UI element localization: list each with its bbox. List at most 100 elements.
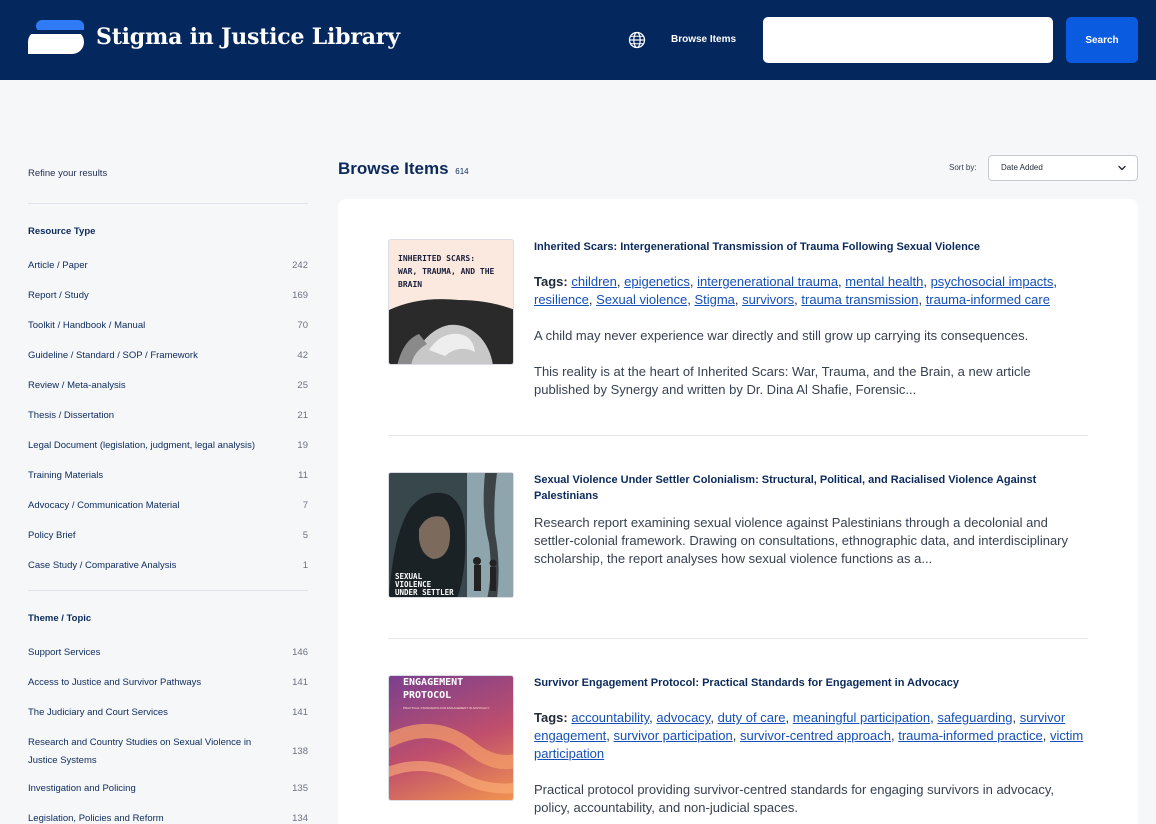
facet-label[interactable]: Training Materials: [28, 467, 278, 485]
facet-item[interactable]: Case Study / Comparative Analysis 1: [28, 557, 308, 587]
library-logo-icon[interactable]: [28, 20, 84, 54]
facet-count: 242: [292, 260, 308, 271]
tag-link[interactable]: mental health: [845, 274, 923, 289]
thumb-title-line: PROTOCOL: [403, 690, 452, 701]
facet-count: 70: [297, 320, 308, 331]
facet-label[interactable]: Case Study / Comparative Analysis: [28, 557, 278, 575]
tag-link[interactable]: psychosocial impacts: [931, 274, 1054, 289]
facet-item[interactable]: Article / Paper 242: [28, 257, 308, 287]
sidebar-divider: [28, 203, 308, 204]
facet-label[interactable]: The Judiciary and Court Services: [28, 704, 278, 722]
facet-count: 21: [297, 410, 308, 421]
thumb-title-line: UNDER SETTLER: [395, 588, 454, 597]
facet-count: 42: [297, 350, 308, 361]
facet-item[interactable]: Training Materials 11: [28, 467, 308, 497]
tag-link[interactable]: survivor participation: [614, 728, 733, 743]
facet-item[interactable]: Legal Document (legislation, judgment, l…: [28, 437, 308, 467]
facet-label[interactable]: Investigation and Policing: [28, 780, 278, 798]
globe-icon[interactable]: [628, 31, 646, 49]
facet-label[interactable]: Support Services: [28, 644, 278, 662]
facet-label[interactable]: Access to Justice and Survivor Pathways: [28, 674, 278, 692]
facet-label[interactable]: Legal Document (legislation, judgment, l…: [28, 437, 278, 455]
facet-label[interactable]: Guideline / Standard / SOP / Framework: [28, 347, 278, 365]
facet-count: 141: [292, 677, 308, 688]
facet-item[interactable]: Research and Country Studies on Sexual V…: [28, 734, 308, 780]
facet-item[interactable]: Report / Study 169: [28, 287, 308, 317]
facet-title-theme-topic: Theme / Topic: [28, 613, 92, 624]
facet-count: 146: [292, 647, 308, 658]
facet-item[interactable]: Support Services 146: [28, 644, 308, 674]
sort-value: Date Added: [1001, 163, 1043, 172]
thumb-subtitle: PRACTICAL STANDARDS FOR ENGAGEMENT IN AD…: [403, 706, 490, 710]
item-title[interactable]: Sexual Violence Under Settler Colonialis…: [534, 472, 1088, 504]
result-divider: [388, 638, 1088, 639]
facet-item[interactable]: Access to Justice and Survivor Pathways 1…: [28, 674, 308, 704]
facet-item[interactable]: Review / Meta-analysis 25: [28, 377, 308, 407]
tag-link[interactable]: trauma-informed practice: [898, 728, 1043, 743]
facet-item[interactable]: The Judiciary and Court Services 141: [28, 704, 308, 734]
tag-link[interactable]: advocacy: [656, 710, 710, 725]
facet-item[interactable]: Policy Brief 5: [28, 527, 308, 557]
facet-count: 7: [302, 500, 308, 511]
item-title[interactable]: Survivor Engagement Protocol: Practical …: [534, 675, 1088, 691]
search-input[interactable]: [763, 17, 1053, 63]
tag-link[interactable]: meaningful participation: [793, 710, 930, 725]
facet-label[interactable]: Legislation, Policies and Reform: [28, 810, 278, 824]
site-header: Stigma in Justice Library Browse Items S…: [0, 0, 1156, 80]
tag-link[interactable]: epigenetics: [624, 274, 690, 289]
sidebar-divider: [28, 590, 308, 591]
facet-item[interactable]: Guideline / Standard / SOP / Framework 42: [28, 347, 308, 377]
site-title[interactable]: Stigma in Justice Library: [96, 24, 400, 50]
facet-count: 1: [302, 560, 308, 571]
facet-label[interactable]: Toolkit / Handbook / Manual: [28, 317, 278, 335]
facet-item[interactable]: Advocacy / Communication Material 7: [28, 497, 308, 527]
item-tags: Tags: accountability, advocacy, duty of …: [534, 710, 1084, 761]
facet-label[interactable]: Policy Brief: [28, 527, 278, 545]
facet-count: 169: [292, 290, 308, 301]
tag-link[interactable]: survivors: [742, 292, 794, 307]
nav-browse-items[interactable]: Browse Items: [671, 34, 736, 45]
facet-label[interactable]: Review / Meta-analysis: [28, 377, 278, 395]
item-description: Research report examining sexual violenc…: [534, 515, 1068, 566]
tag-link[interactable]: survivor-centred approach: [740, 728, 891, 743]
tag-link[interactable]: intergenerational trauma: [697, 274, 838, 289]
item-title[interactable]: Inherited Scars: Intergenerational Trans…: [534, 239, 1088, 255]
tag-link[interactable]: trauma transmission: [801, 292, 918, 307]
facet-label[interactable]: Article / Paper: [28, 257, 278, 275]
page-title-text: Browse Items: [338, 159, 449, 178]
facet-label[interactable]: Report / Study: [28, 287, 278, 305]
item-thumbnail[interactable]: SEXUAL VIOLENCE UNDER SETTLER: [388, 472, 514, 598]
result-count: 614: [455, 167, 469, 176]
item-tags: Tags: children, epigenetics, intergenera…: [534, 274, 1058, 307]
sort-select[interactable]: Date Added: [988, 155, 1138, 181]
facet-label[interactable]: Advocacy / Communication Material: [28, 497, 278, 515]
tag-link[interactable]: duty of care: [718, 710, 786, 725]
facet-item[interactable]: Legislation, Policies and Reform 134: [28, 810, 308, 824]
facet-count: 135: [292, 783, 308, 794]
facet-item[interactable]: Toolkit / Handbook / Manual 70: [28, 317, 308, 347]
item-description: A child may never experience war directl…: [534, 328, 1029, 343]
tag-link[interactable]: Stigma: [694, 292, 734, 307]
tag-link[interactable]: safeguarding: [937, 710, 1012, 725]
item-thumbnail[interactable]: INHERITED SCARS: WAR, TRAUMA, AND THE BR…: [388, 239, 514, 365]
tag-link[interactable]: resilience: [534, 292, 589, 307]
results-panel: INHERITED SCARS: WAR, TRAUMA, AND THE BR…: [338, 199, 1138, 824]
item-thumbnail[interactable]: ENGAGEMENT PROTOCOL PRACTICAL STANDARDS …: [388, 675, 514, 801]
tag-link[interactable]: children: [571, 274, 617, 289]
hands-photo-image: [389, 299, 513, 364]
facet-label[interactable]: Research and Country Studies on Sexual V…: [28, 734, 278, 770]
facet-count: 141: [292, 707, 308, 718]
sort-label: Sort by:: [949, 163, 977, 172]
facet-item[interactable]: Thesis / Dissertation 21: [28, 407, 308, 437]
item-description: This reality is at the heart of Inherite…: [534, 364, 1031, 397]
facet-count: 19: [297, 440, 308, 451]
facet-item[interactable]: Investigation and Policing 135: [28, 780, 308, 810]
tag-link[interactable]: trauma-informed care: [926, 292, 1050, 307]
facet-list-theme-topic: Support Services 146 Access to Justice an…: [28, 644, 308, 824]
tag-link[interactable]: accountability: [571, 710, 649, 725]
facet-label[interactable]: Thesis / Dissertation: [28, 407, 278, 425]
item-body: Survivor Engagement Protocol: Practical …: [534, 675, 1088, 817]
tag-link[interactable]: Sexual violence: [596, 292, 687, 307]
search-button[interactable]: Search: [1066, 17, 1138, 63]
facet-list-resource-type: Article / Paper 242 Report / Study 169 Too…: [28, 257, 308, 587]
